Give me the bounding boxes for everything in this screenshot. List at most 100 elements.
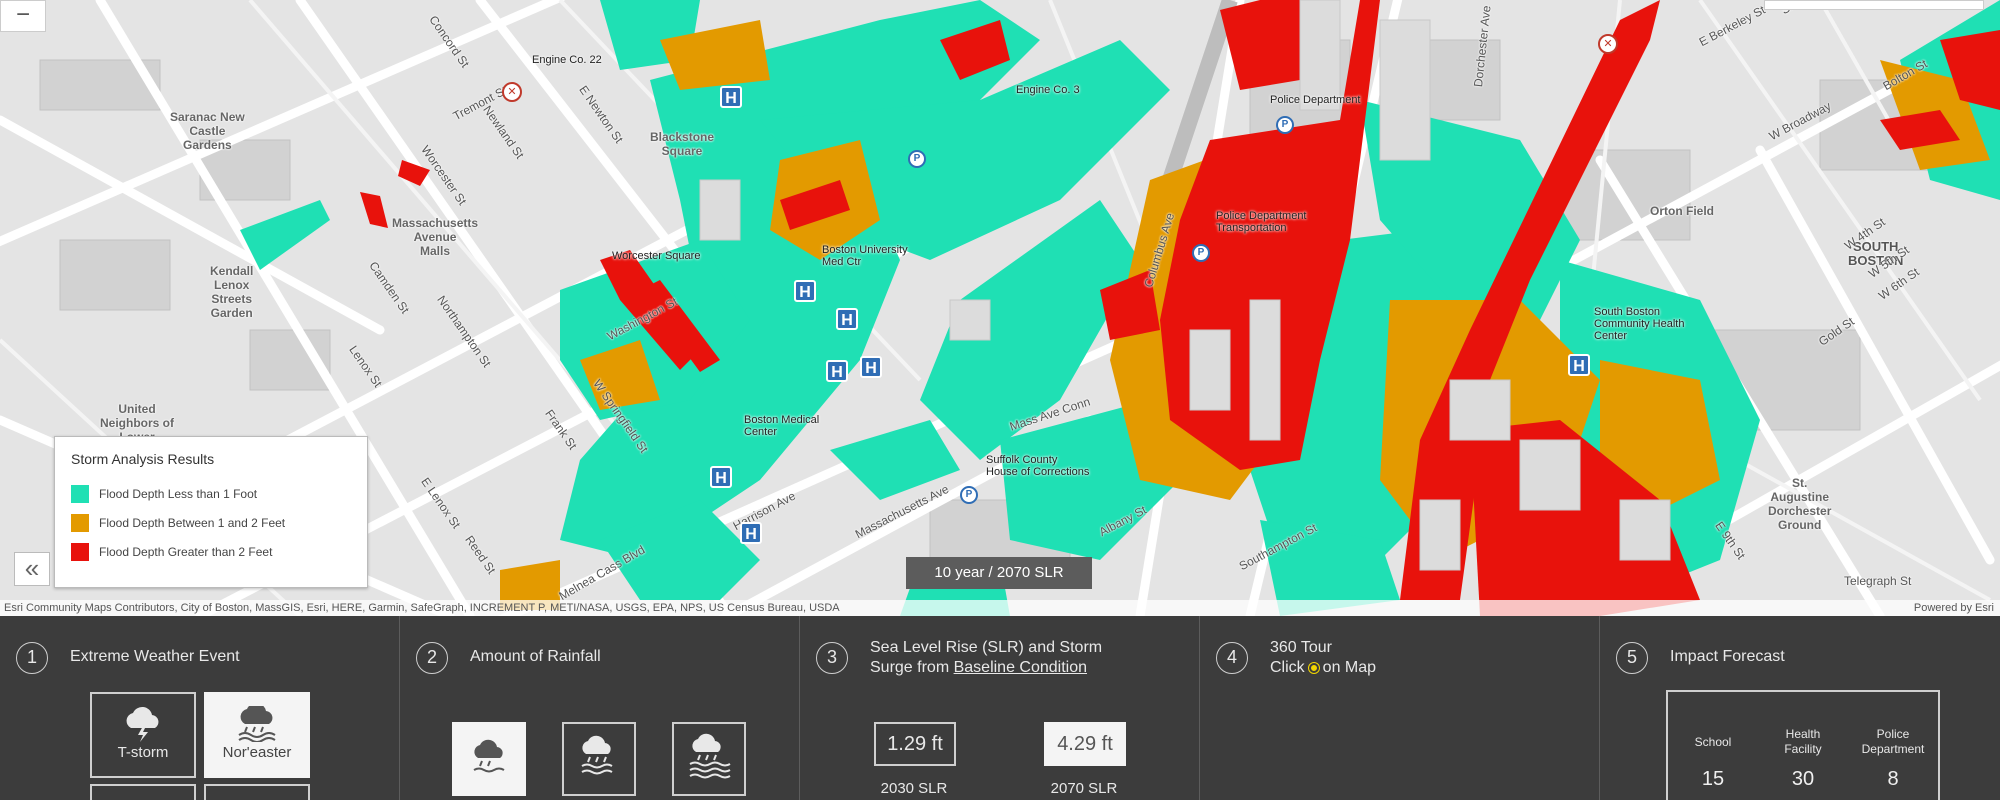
step-number: 3 — [816, 642, 848, 674]
legend-item: Flood Depth Between 1 and 2 Feet — [71, 508, 351, 537]
click-text: Click — [1270, 659, 1305, 676]
place-label-st-augustine: St. Augustine Dorchester Ground — [1768, 476, 1832, 532]
flood-map[interactable]: SOUTH BOSTON Saranac New Castle Gardens … — [0, 0, 2000, 616]
impact-value: 15 — [1701, 768, 1725, 790]
step-title-line1: Sea Level Rise (SLR) and Storm — [870, 639, 1103, 656]
legend-label: Flood Depth Between 1 and 2 Feet — [99, 515, 286, 530]
impact-value: 8 — [1887, 768, 1899, 790]
slr-2070-caption: 2070 SLR — [1050, 780, 1118, 797]
hospital-icon[interactable]: H — [740, 522, 762, 544]
scenario-control-panel: 1 Extreme Weather Event T-storm Nor'east… — [0, 616, 2000, 800]
poi-label-police-transportation: Police Department Transportation — [1216, 210, 1307, 234]
zoom-out-button[interactable]: − — [0, 0, 46, 32]
rain-heavy-icon — [689, 733, 731, 779]
step-impact-forecast: 5 Impact Forecast School 15 Health Facil… — [1600, 616, 2000, 800]
place-label-worcester-square: Worcester Square — [612, 250, 701, 262]
impact-health-facility: Health Facility 30 — [1758, 724, 1848, 791]
step-instruction: Click on Map — [1270, 658, 1376, 678]
powered-by-esri[interactable]: Powered by Esri — [1914, 600, 1994, 616]
rainfall-medium-button[interactable] — [562, 722, 636, 796]
legend-label: Flood Depth Greater than 2 Feet — [99, 544, 273, 559]
thunderstorm-icon — [126, 706, 159, 742]
fire-station-icon[interactable]: ✕ — [502, 82, 522, 102]
step-sea-level-rise: 3 Sea Level Rise (SLR) and Storm Surge f… — [800, 616, 1200, 800]
step-title: 360 Tour Click on Map — [1270, 638, 1376, 678]
noreaster-button[interactable]: Nor'easter — [204, 692, 310, 778]
weather-button-4[interactable] — [204, 784, 310, 800]
tstorm-button[interactable]: T-storm — [90, 692, 196, 778]
legend-label: Flood Depth Less than 1 Foot — [99, 486, 258, 501]
rainfall-high-button[interactable] — [672, 722, 746, 796]
attribution-text: Esri Community Maps Contributors, City o… — [4, 602, 840, 614]
step-number: 4 — [1216, 642, 1248, 674]
place-label-blackstone: Blackstone Square — [650, 130, 715, 158]
impact-value: 30 — [1791, 768, 1815, 790]
step-title-prefix: Surge from — [870, 659, 954, 676]
impact-forecast-box: School 15 Health Facility 30 Police Depa… — [1666, 690, 1940, 800]
step-title: Impact Forecast — [1670, 648, 1785, 665]
legend-swatch — [71, 513, 89, 532]
tstorm-label: T-storm — [117, 744, 169, 761]
poi-label-boston-medical: Boston Medical Center — [744, 414, 820, 438]
hospital-icon[interactable]: H — [836, 308, 858, 330]
noreaster-icon — [238, 706, 276, 742]
legend-title: Storm Analysis Results — [71, 451, 215, 467]
noreaster-label: Nor'easter — [222, 744, 292, 761]
step-number: 1 — [16, 642, 48, 674]
step-rainfall: 2 Amount of Rainfall — [400, 616, 800, 800]
legend-panel: Storm Analysis Results Flood Depth Less … — [54, 436, 368, 588]
rain-light-icon — [473, 739, 505, 773]
slr-2030-button[interactable]: 1.29 ft — [874, 722, 956, 766]
rainfall-low-button[interactable] — [452, 722, 526, 796]
step-title-line2: Surge from Baseline Condition — [870, 658, 1102, 678]
impact-label: School — [1694, 734, 1732, 749]
impact-label: Health Facility — [1784, 727, 1822, 756]
impact-police-department: Police Department 8 — [1848, 724, 1938, 791]
slr-2030-caption: 2030 SLR — [880, 780, 948, 797]
baseline-condition-link[interactable]: Baseline Condition — [954, 659, 1087, 676]
police-icon[interactable]: P — [908, 150, 926, 168]
step-number: 5 — [1616, 642, 1648, 674]
step-title: Extreme Weather Event — [70, 648, 240, 665]
fire-station-icon[interactable]: ✕ — [1598, 34, 1618, 54]
tour-marker-icon — [1308, 662, 1319, 673]
collapse-legend-button[interactable]: « — [14, 552, 50, 586]
scenario-label: 10 year / 2070 SLR — [906, 557, 1092, 589]
impact-school: School 15 — [1668, 724, 1758, 791]
poi-label-south-boston-chc: South Boston Community Health Center — [1594, 306, 1685, 342]
place-label-kendall: Kendall Lenox Streets Garden — [210, 264, 254, 320]
hospital-icon[interactable]: H — [860, 356, 882, 378]
step-extreme-weather: 1 Extreme Weather Event T-storm Nor'east… — [0, 616, 400, 800]
map-top-widget[interactable] — [1764, 0, 1984, 10]
police-icon[interactable]: P — [1192, 244, 1210, 262]
hospital-icon[interactable]: H — [826, 360, 848, 382]
poi-label-police-dept: Police Department — [1270, 94, 1361, 106]
hospital-icon[interactable]: H — [1568, 354, 1590, 376]
police-icon[interactable]: P — [960, 486, 978, 504]
map-attribution: Esri Community Maps Contributors, City o… — [0, 600, 2000, 616]
hospital-icon[interactable]: H — [794, 280, 816, 302]
step-number: 2 — [416, 642, 448, 674]
impact-label: Police Department — [1861, 727, 1925, 756]
slr-2070-button[interactable]: 4.29 ft — [1044, 722, 1126, 766]
on-map-text: on Map — [1322, 659, 1377, 676]
street-label-telegraph: Telegraph St — [1844, 574, 1912, 588]
legend-item: Flood Depth Greater than 2 Feet — [71, 537, 351, 566]
police-icon[interactable]: P — [1276, 116, 1294, 134]
poi-label-engine-22: Engine Co. 22 — [532, 54, 602, 66]
poi-label-suffolk-county: Suffolk County House of Corrections — [986, 454, 1090, 478]
weather-button-3[interactable] — [90, 784, 196, 800]
place-label-orton-field: Orton Field — [1650, 204, 1714, 218]
hospital-icon[interactable]: H — [720, 86, 742, 108]
step-title: Amount of Rainfall — [470, 648, 601, 665]
legend-swatch — [71, 484, 89, 503]
place-label-mass-ave-malls: Massachusetts Avenue Malls — [392, 216, 479, 258]
legend-swatch — [71, 542, 89, 561]
poi-label-engine-3: Engine Co. 3 — [1016, 84, 1080, 96]
step-title: Sea Level Rise (SLR) and Storm Surge fro… — [870, 638, 1102, 678]
poi-label-bu-med: Boston University Med Ctr — [822, 244, 908, 268]
place-label-saranac: Saranac New Castle Gardens — [170, 110, 245, 152]
step-title-line1: 360 Tour — [1270, 639, 1332, 656]
legend-item: Flood Depth Less than 1 Foot — [71, 479, 351, 508]
hospital-icon[interactable]: H — [710, 466, 732, 488]
